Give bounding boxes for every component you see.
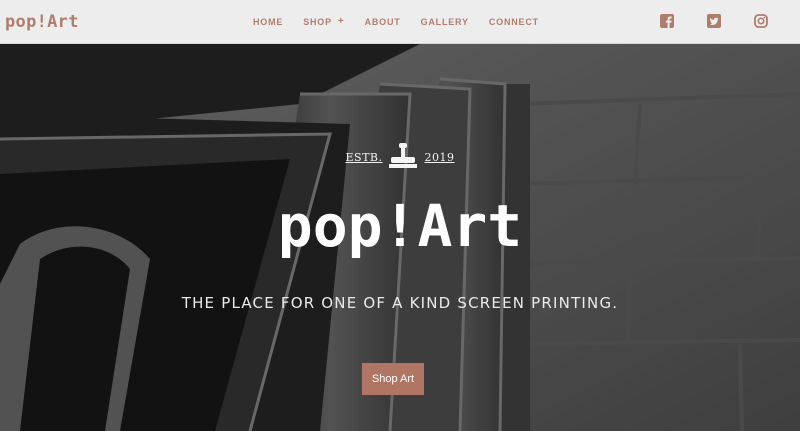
main-nav: HOME SHOP + ABOUT GALLERY CONNECT — [253, 16, 559, 27]
expand-plus-icon: + — [337, 16, 345, 27]
nav-connect-label: CONNECT — [488, 16, 539, 27]
estb-label: ESTB. — [345, 150, 383, 164]
shop-art-button[interactable]: Shop Art — [362, 363, 424, 395]
stamp-icon — [389, 143, 418, 168]
hero-tagline: THE PLACE FOR ONE OF A KIND SCREEN PRINT… — [181, 294, 619, 312]
twitter-icon[interactable] — [707, 14, 721, 28]
site-logo[interactable]: pop!Art — [5, 12, 79, 32]
hero-section: ESTB. 2019 pop!Art THE PLACE FOR ONE OF … — [0, 44, 800, 431]
nav-home[interactable]: HOME — [253, 16, 283, 27]
nav-home-label: HOME — [253, 16, 284, 27]
site-header: pop!Art HOME SHOP + ABOUT GALLERY CONNECT — [0, 0, 800, 44]
nav-connect[interactable]: CONNECT — [489, 16, 539, 27]
nav-about-label: ABOUT — [364, 16, 401, 27]
established-badge: ESTB. 2019 — [0, 142, 800, 172]
nav-shop-label: SHOP — [303, 16, 332, 27]
facebook-icon[interactable] — [660, 14, 674, 28]
instagram-icon[interactable] — [754, 14, 768, 28]
estb-year: 2019 — [424, 150, 455, 164]
nav-shop[interactable]: SHOP + — [303, 16, 344, 27]
nav-gallery[interactable]: GALLERY — [421, 16, 469, 27]
social-links — [660, 14, 768, 28]
hero-title: pop!Art — [277, 192, 523, 260]
nav-about[interactable]: ABOUT — [365, 16, 401, 27]
nav-gallery-label: GALLERY — [420, 16, 469, 27]
